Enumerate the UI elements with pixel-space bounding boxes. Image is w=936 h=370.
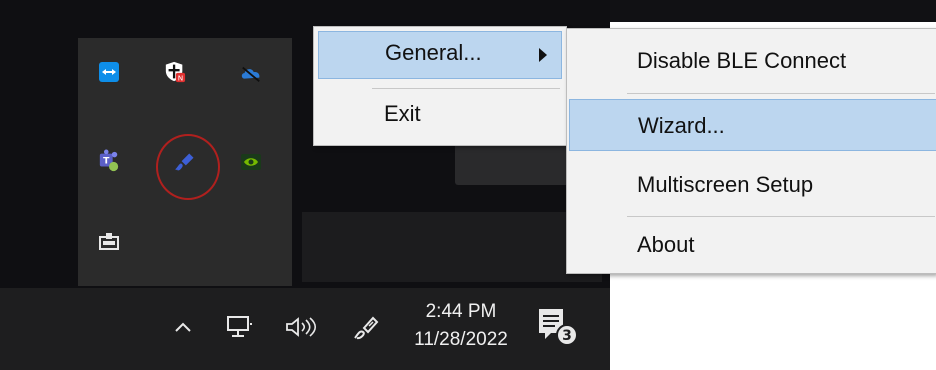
chevron-up-icon[interactable] [170, 314, 196, 340]
highlight-circle [156, 134, 220, 200]
desktop-background-strip [610, 0, 936, 22]
teamviewer-icon[interactable] [98, 61, 120, 83]
notification-center-icon[interactable]: 3 [532, 304, 580, 348]
menu-item-exit[interactable]: Exit [318, 93, 562, 141]
svg-text:N: N [178, 73, 183, 82]
general-submenu: Disable BLE Connect Wizard... Multiscree… [566, 28, 936, 274]
background-panel [302, 212, 602, 282]
submenu-separator [627, 216, 935, 217]
menu-item-general-label: General... [385, 40, 482, 65]
submenu-item-disable-ble-connect[interactable]: Disable BLE Connect [569, 35, 936, 87]
context-menu: General... Exit [313, 26, 567, 146]
teams-icon[interactable]: T [98, 149, 120, 172]
nvidia-icon[interactable] [240, 151, 262, 173]
network-icon[interactable] [224, 312, 256, 342]
menu-item-general[interactable]: General... [318, 31, 562, 79]
menu-separator [372, 88, 560, 89]
volume-icon[interactable] [283, 312, 319, 342]
notification-count: 3 [562, 328, 572, 344]
submenu-item-label: Multiscreen Setup [637, 172, 814, 197]
submenu-separator [627, 93, 935, 94]
security-shield-icon[interactable]: N [164, 61, 186, 83]
stylus-tray-icon[interactable] [348, 310, 384, 344]
submenu-arrow-icon [539, 48, 547, 62]
submenu-item-label: Disable BLE Connect [637, 48, 847, 73]
submenu-item-label: About [637, 232, 695, 257]
submenu-item-about[interactable]: About [569, 219, 936, 271]
clock[interactable]: 2:44 PM 11/28/2022 [402, 298, 520, 354]
submenu-item-label: Wizard... [638, 113, 725, 138]
safely-remove-hardware-icon[interactable] [98, 230, 120, 252]
submenu-item-wizard[interactable]: Wizard... [569, 99, 936, 151]
clock-time: 2:44 PM [425, 301, 497, 322]
clock-date: 11/28/2022 [414, 329, 508, 350]
svg-text:T: T [103, 156, 110, 167]
submenu-item-multiscreen-setup[interactable]: Multiscreen Setup [569, 159, 936, 211]
onedrive-icon[interactable] [240, 63, 262, 85]
menu-item-exit-label: Exit [384, 101, 421, 126]
